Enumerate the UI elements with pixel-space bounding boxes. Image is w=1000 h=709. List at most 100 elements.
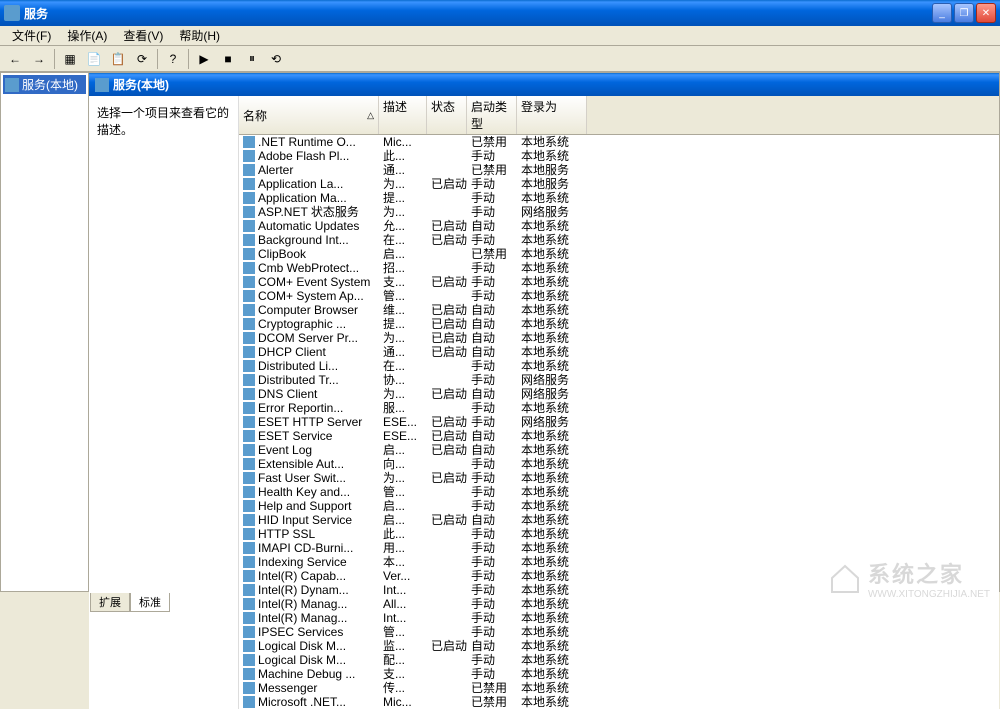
service-name: Cmb WebProtect... xyxy=(258,261,359,275)
service-name: DCOM Server Pr... xyxy=(258,331,358,345)
service-row[interactable]: Automatic Updates允...已启动自动本地系统 xyxy=(239,219,999,233)
service-desc: 此... xyxy=(379,527,427,541)
service-row[interactable]: ESET HTTP ServerESE...已启动手动网络服务 xyxy=(239,415,999,429)
service-row[interactable]: Cryptographic ...提...已启动自动本地系统 xyxy=(239,317,999,331)
tree-root-services[interactable]: 服务(本地) xyxy=(3,75,86,94)
service-row[interactable]: Machine Debug ...支...手动本地系统 xyxy=(239,667,999,681)
service-icon xyxy=(243,472,255,484)
forward-button[interactable]: → xyxy=(28,48,50,70)
service-row[interactable]: Intel(R) Capab...Ver...手动本地系统 xyxy=(239,569,999,583)
service-row[interactable]: DNS Client为...已启动自动网络服务 xyxy=(239,387,999,401)
service-icon xyxy=(243,192,255,204)
service-row[interactable]: Distributed Tr...协...手动网络服务 xyxy=(239,373,999,387)
service-row[interactable]: Application Ma...提...手动本地系统 xyxy=(239,191,999,205)
service-status xyxy=(427,135,467,149)
service-row[interactable]: Intel(R) Manag...All...手动本地系统 xyxy=(239,597,999,611)
close-button[interactable]: ✕ xyxy=(976,3,996,23)
help-button[interactable]: ? xyxy=(162,48,184,70)
tab-standard[interactable]: 标准 xyxy=(130,593,170,612)
service-row[interactable]: DCOM Server Pr...为...已启动自动本地系统 xyxy=(239,331,999,345)
service-row[interactable]: Error Reportin...服...手动本地系统 xyxy=(239,401,999,415)
service-row[interactable]: ESET ServiceESE...已启动自动本地系统 xyxy=(239,429,999,443)
menu-view[interactable]: 查看(V) xyxy=(115,25,171,46)
service-row[interactable]: Logical Disk M...配...手动本地系统 xyxy=(239,653,999,667)
service-row[interactable]: ASP.NET 状态服务为...手动网络服务 xyxy=(239,205,999,219)
service-name: DNS Client xyxy=(258,387,317,401)
service-icon xyxy=(243,234,255,246)
service-start: 已禁用 xyxy=(467,681,517,695)
col-logon[interactable]: 登录为 xyxy=(517,96,587,134)
service-row[interactable]: Health Key and...管...手动本地系统 xyxy=(239,485,999,499)
export-button[interactable]: 📋 xyxy=(107,48,129,70)
menu-action[interactable]: 操作(A) xyxy=(59,25,115,46)
service-row[interactable]: Background Int...在...已启动手动本地系统 xyxy=(239,233,999,247)
col-status[interactable]: 状态 xyxy=(427,96,467,134)
service-logon: 本地系统 xyxy=(517,275,587,289)
service-row[interactable]: Microsoft .NET...Mic...已禁用本地系统 xyxy=(239,695,999,709)
service-icon xyxy=(243,276,255,288)
service-name: COM+ System Ap... xyxy=(258,289,364,303)
service-desc: 管... xyxy=(379,289,427,303)
service-row[interactable]: Cmb WebProtect...招...手动本地系统 xyxy=(239,261,999,275)
service-name: ESET HTTP Server xyxy=(258,415,362,429)
pause-service-button[interactable]: ⏸ xyxy=(241,48,263,70)
col-start[interactable]: 启动类型 xyxy=(467,96,517,134)
menu-file[interactable]: 文件(F) xyxy=(4,25,59,46)
service-row[interactable]: HTTP SSL此...手动本地系统 xyxy=(239,527,999,541)
service-row[interactable]: .NET Runtime O...Mic...已禁用本地系统 xyxy=(239,135,999,149)
service-row[interactable]: Alerter通...已禁用本地服务 xyxy=(239,163,999,177)
service-row[interactable]: Intel(R) Manag...Int...手动本地系统 xyxy=(239,611,999,625)
service-name: DHCP Client xyxy=(258,345,326,359)
service-desc: 向... xyxy=(379,457,427,471)
refresh-button[interactable]: ⟳ xyxy=(131,48,153,70)
service-row[interactable]: Messenger传...已禁用本地系统 xyxy=(239,681,999,695)
service-row[interactable]: IPSEC Services管...手动本地系统 xyxy=(239,625,999,639)
start-service-button[interactable]: ▶ xyxy=(193,48,215,70)
tab-extended[interactable]: 扩展 xyxy=(90,593,130,612)
col-name[interactable]: 名称△ xyxy=(239,96,379,134)
service-desc: 通... xyxy=(379,163,427,177)
service-row[interactable]: ClipBook启...已禁用本地系统 xyxy=(239,247,999,261)
service-row[interactable]: Help and Support启...手动本地系统 xyxy=(239,499,999,513)
service-row[interactable]: IMAPI CD-Burni...用...手动本地系统 xyxy=(239,541,999,555)
service-row[interactable]: HID Input Service启...已启动自动本地系统 xyxy=(239,513,999,527)
service-name: Help and Support xyxy=(258,499,351,513)
service-row[interactable]: Intel(R) Dynam...Int...手动本地系统 xyxy=(239,583,999,597)
service-name: Alerter xyxy=(258,163,293,177)
service-row[interactable]: COM+ Event System支...已启动手动本地系统 xyxy=(239,275,999,289)
col-desc[interactable]: 描述 xyxy=(379,96,427,134)
service-name: Distributed Tr... xyxy=(258,373,339,387)
maximize-button[interactable]: ❐ xyxy=(954,3,974,23)
service-logon: 本地系统 xyxy=(517,555,587,569)
service-row[interactable]: Adobe Flash Pl...此...手动本地系统 xyxy=(239,149,999,163)
service-row[interactable]: Extensible Aut...向...手动本地系统 xyxy=(239,457,999,471)
show-hide-tree-button[interactable]: ▦ xyxy=(59,48,81,70)
properties-button[interactable]: 📄 xyxy=(83,48,105,70)
service-row[interactable]: COM+ System Ap...管...手动本地系统 xyxy=(239,289,999,303)
service-row[interactable]: Fast User Swit...为...已启动手动本地系统 xyxy=(239,471,999,485)
list-pane[interactable]: 名称△ 描述 状态 启动类型 登录为 .NET Runtime O...Mic.… xyxy=(239,96,999,709)
service-row[interactable]: Distributed Li...在...手动本地系统 xyxy=(239,359,999,373)
service-row[interactable]: Indexing Service本...手动本地系统 xyxy=(239,555,999,569)
menu-help[interactable]: 帮助(H) xyxy=(171,25,228,46)
service-row[interactable]: Logical Disk M...监...已启动自动本地系统 xyxy=(239,639,999,653)
service-logon: 本地系统 xyxy=(517,331,587,345)
service-start: 自动 xyxy=(467,513,517,527)
service-status xyxy=(427,289,467,303)
service-icon xyxy=(243,584,255,596)
stop-service-button[interactable]: ■ xyxy=(217,48,239,70)
back-button[interactable]: ← xyxy=(4,48,26,70)
minimize-button[interactable]: _ xyxy=(932,3,952,23)
service-status xyxy=(427,163,467,177)
service-row[interactable]: Event Log启...已启动自动本地系统 xyxy=(239,443,999,457)
restart-service-button[interactable]: ⟲ xyxy=(265,48,287,70)
service-name: COM+ Event System xyxy=(258,275,370,289)
service-logon: 本地系统 xyxy=(517,695,587,709)
service-icon xyxy=(243,444,255,456)
service-desc: 通... xyxy=(379,345,427,359)
service-row[interactable]: Application La...为...已启动手动本地服务 xyxy=(239,177,999,191)
app-icon xyxy=(4,5,20,21)
service-row[interactable]: DHCP Client通...已启动自动本地系统 xyxy=(239,345,999,359)
service-logon: 本地系统 xyxy=(517,219,587,233)
service-row[interactable]: Computer Browser维...已启动自动本地系统 xyxy=(239,303,999,317)
